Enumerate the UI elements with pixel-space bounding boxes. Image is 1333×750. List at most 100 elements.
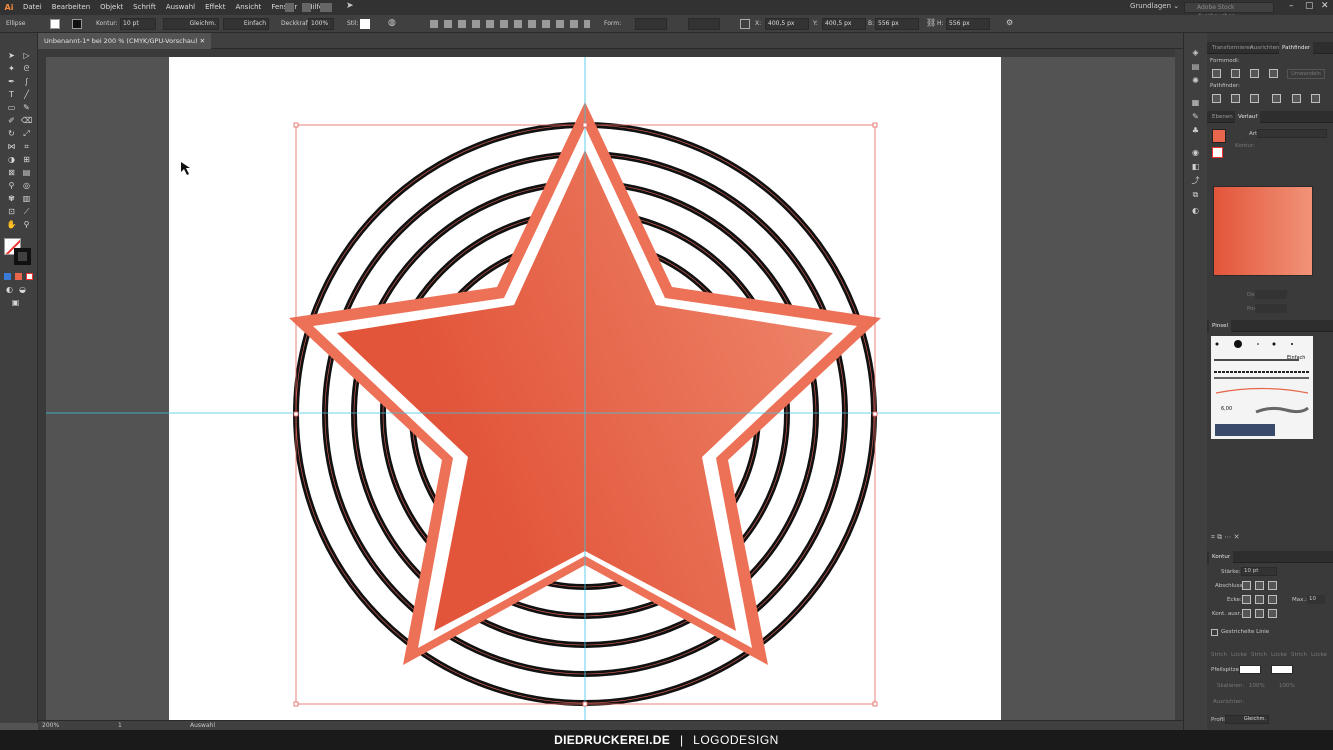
- artboard-tool-icon[interactable]: ⊡: [6, 206, 17, 217]
- workspace-switcher[interactable]: Grundlagen ⌄: [1130, 2, 1179, 10]
- gradient-mode-icon[interactable]: [15, 273, 22, 280]
- variable-width-profile[interactable]: Gleichm.: [163, 18, 219, 30]
- swatches-icon[interactable]: ▦: [1190, 97, 1201, 108]
- menu-bearbeiten[interactable]: Bearbeiten: [47, 0, 95, 15]
- round-join-icon[interactable]: [1255, 595, 1264, 604]
- pen-tool-icon[interactable]: ✒: [6, 76, 17, 87]
- miter-join-icon[interactable]: [1242, 595, 1251, 604]
- brush-definition[interactable]: Einfach: [223, 18, 269, 30]
- align-center-icon[interactable]: [1242, 609, 1251, 618]
- tab-kontur[interactable]: Kontur: [1209, 551, 1234, 563]
- shaper-tool-icon[interactable]: ✐: [6, 115, 17, 126]
- outline-icon[interactable]: [1292, 94, 1301, 103]
- gradient-fill-thumb[interactable]: [1212, 129, 1226, 143]
- brushes-icon[interactable]: ✎: [1190, 111, 1201, 122]
- selection-tool-icon[interactable]: ➤: [6, 50, 17, 61]
- brush-library[interactable]: Einfach 6,00: [1211, 336, 1313, 439]
- close-tab-icon[interactable]: ✕: [200, 37, 205, 45]
- bridge-icon[interactable]: [285, 3, 294, 12]
- eyedropper-icon[interactable]: ⚲: [6, 180, 17, 191]
- transparency-icon[interactable]: ◐: [1190, 205, 1201, 216]
- trim-icon[interactable]: [1231, 94, 1240, 103]
- artboards-icon[interactable]: ⧉: [1190, 189, 1201, 200]
- document-tab[interactable]: Unbenannt-1* bei 200 % (CMYK/GPU-Vorscha…: [38, 33, 212, 49]
- blend-tool-icon[interactable]: ◎: [21, 180, 32, 191]
- bevel-join-icon[interactable]: [1268, 595, 1277, 604]
- type-tool-icon[interactable]: T: [6, 89, 17, 100]
- intersect-icon[interactable]: [1250, 69, 1259, 78]
- free-transform-icon[interactable]: ⌗: [21, 141, 32, 152]
- perspective-grid-icon[interactable]: ⊞: [21, 154, 32, 165]
- appearance-icon[interactable]: ◉: [1190, 147, 1201, 158]
- scale-tool-icon[interactable]: ⤢: [21, 128, 32, 139]
- profile-dropdown[interactable]: Gleichm.: [1225, 715, 1269, 724]
- arrowhead-start-dropdown[interactable]: [1239, 665, 1261, 674]
- vertical-ruler[interactable]: [38, 57, 46, 720]
- width-field[interactable]: 556 px: [875, 18, 919, 30]
- symbol-sprayer-icon[interactable]: ✾: [6, 193, 17, 204]
- graph-tool-icon[interactable]: ▥: [21, 193, 32, 204]
- lasso-icon[interactable]: ᘓ: [21, 63, 32, 74]
- gradient-position-field[interactable]: [1255, 304, 1287, 313]
- arrowhead-end-dropdown[interactable]: [1271, 665, 1293, 674]
- divide-icon[interactable]: [1212, 94, 1221, 103]
- minus-front-icon[interactable]: [1231, 69, 1240, 78]
- zoom-level[interactable]: 200%: [42, 722, 59, 729]
- stroke-color-icon[interactable]: [14, 248, 31, 265]
- minimize-button[interactable]: –: [1289, 1, 1294, 11]
- eraser-icon[interactable]: ⌫: [21, 115, 32, 126]
- unite-icon[interactable]: [1212, 69, 1221, 78]
- shape-builder-icon[interactable]: ◑: [6, 154, 17, 165]
- magic-wand-icon[interactable]: ✦: [6, 63, 17, 74]
- gradient-type-dropdown[interactable]: [1257, 129, 1327, 138]
- menu-ansicht[interactable]: Ansicht: [230, 0, 266, 15]
- crop-icon[interactable]: [1272, 94, 1281, 103]
- paintbrush-icon[interactable]: ✎: [21, 102, 32, 113]
- align-buttons[interactable]: [430, 20, 590, 28]
- align-outside-icon[interactable]: [1268, 609, 1277, 618]
- align-inside-icon[interactable]: [1255, 609, 1264, 618]
- tab-ebenen[interactable]: Ebenen: [1209, 111, 1236, 123]
- tab-pinsel[interactable]: Pinsel: [1209, 320, 1231, 332]
- export-icon[interactable]: ⤴: [1190, 175, 1201, 186]
- send-icon[interactable]: ➤: [346, 1, 354, 11]
- opacity-field[interactable]: 100%: [308, 18, 334, 30]
- gradient-stroke-thumb[interactable]: [1212, 147, 1223, 158]
- direct-selection-tool-icon[interactable]: ▷: [21, 50, 32, 61]
- status-mode[interactable]: Auswahl: [190, 722, 215, 729]
- color-mode-icon[interactable]: [4, 273, 11, 280]
- gradient-opacity-field[interactable]: [1255, 290, 1287, 299]
- curvature-tool-icon[interactable]: ∫: [21, 76, 32, 87]
- recolor-icon[interactable]: ◍: [388, 18, 396, 28]
- butt-cap-icon[interactable]: [1242, 581, 1251, 590]
- mesh-tool-icon[interactable]: ⊠: [6, 167, 17, 178]
- color-guide-icon[interactable]: ✺: [1190, 75, 1201, 86]
- shape-field-2[interactable]: [688, 18, 720, 30]
- rectangle-tool-icon[interactable]: ▭: [6, 102, 17, 113]
- artboard-number[interactable]: 1: [118, 722, 122, 729]
- menu-objekt[interactable]: Objekt: [95, 0, 128, 15]
- libraries-icon[interactable]: ▤: [1190, 61, 1201, 72]
- stock-icon[interactable]: [302, 3, 311, 12]
- stock-search-input[interactable]: Adobe Stock durchsuchen: [1184, 2, 1274, 20]
- tab-ausrichten[interactable]: Ausrichten: [1247, 42, 1282, 54]
- draw-inside-icon[interactable]: ◒: [17, 284, 28, 295]
- brush-library-actions[interactable]: ⌗ ⧉ ⋯ ✕: [1211, 533, 1301, 541]
- artwork[interactable]: [46, 57, 1183, 720]
- minus-back-icon[interactable]: [1311, 94, 1320, 103]
- gradient-preview[interactable]: [1213, 186, 1313, 276]
- style-swatch[interactable]: [360, 19, 370, 29]
- shape-field[interactable]: [635, 18, 667, 30]
- stroke-weight-input[interactable]: 10 pt: [1241, 567, 1277, 576]
- dashed-line-checkbox[interactable]: [1211, 629, 1218, 636]
- menu-schrift[interactable]: Schrift: [128, 0, 161, 15]
- properties-icon[interactable]: ◈: [1190, 47, 1201, 58]
- symbols-icon[interactable]: ♣: [1190, 125, 1201, 136]
- tab-verlauf[interactable]: Verlauf: [1235, 111, 1261, 123]
- miter-limit-field[interactable]: 10: [1307, 595, 1325, 604]
- screen-mode-icon[interactable]: ▣: [10, 297, 21, 308]
- rotate-tool-icon[interactable]: ↻: [6, 128, 17, 139]
- graphic-styles-icon[interactable]: ◧: [1190, 161, 1201, 172]
- slice-tool-icon[interactable]: ⟋: [21, 206, 32, 217]
- draw-mode-icon[interactable]: ◐: [4, 284, 15, 295]
